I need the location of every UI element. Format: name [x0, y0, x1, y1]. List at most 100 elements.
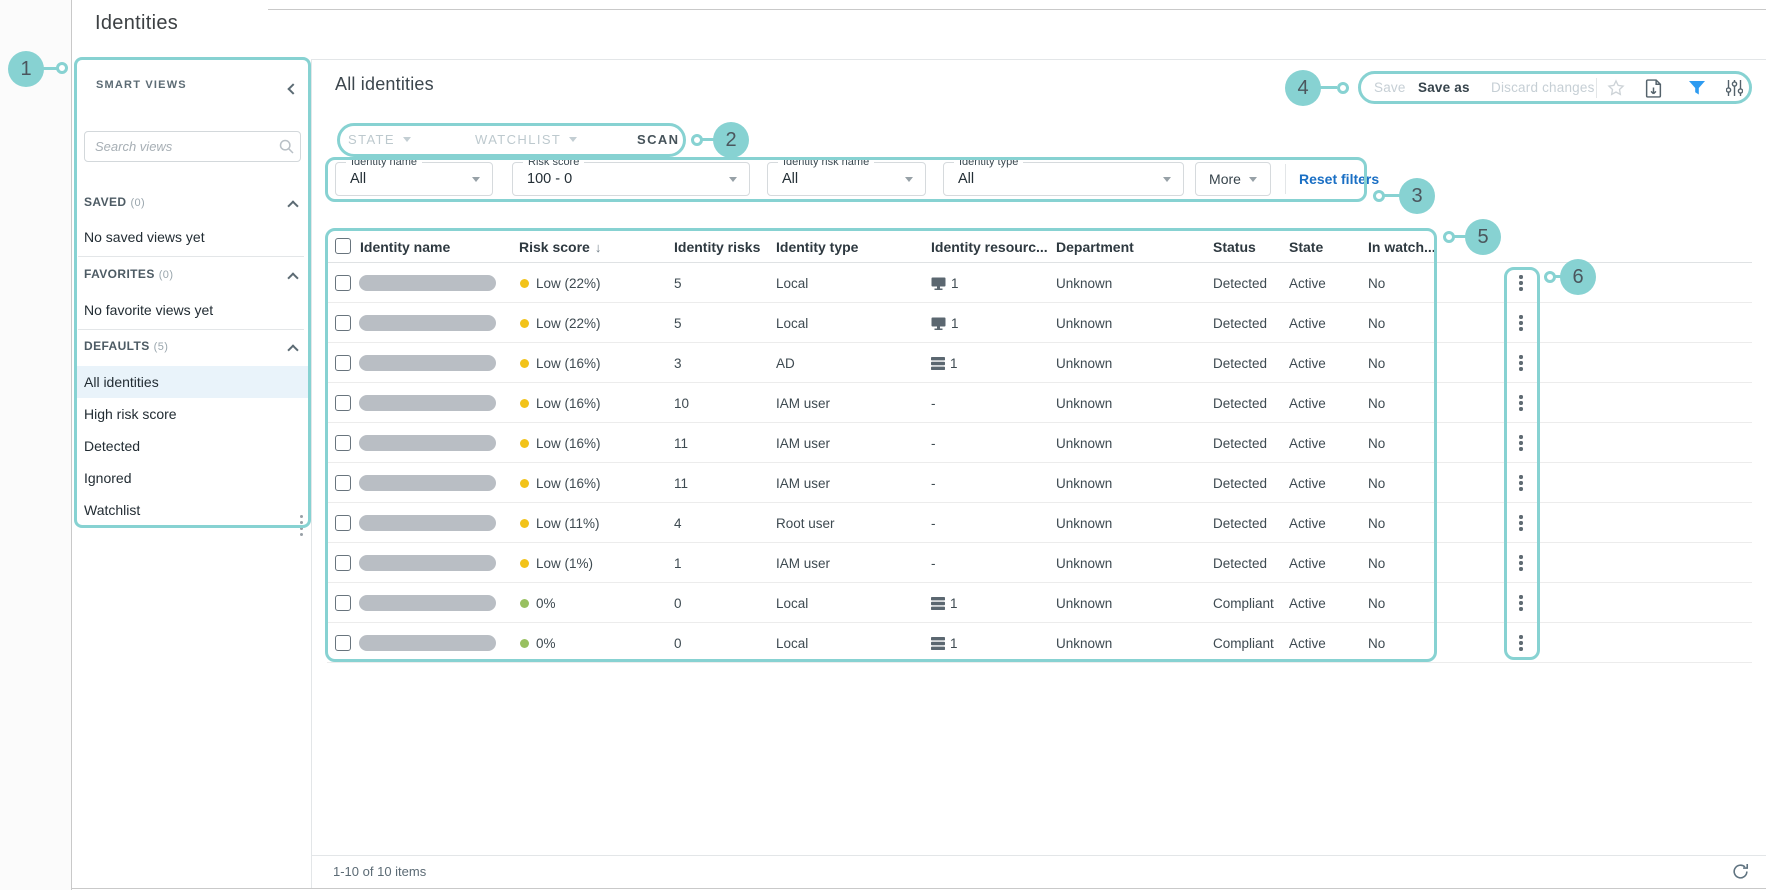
callout-4-dot	[1337, 82, 1349, 94]
chevron-down-icon	[472, 177, 480, 182]
sidebar-item-ignored[interactable]: Ignored	[77, 462, 309, 494]
row-checkbox[interactable]	[335, 635, 351, 651]
menu-state[interactable]: STATE	[348, 132, 411, 147]
identity-name-redacted	[359, 595, 496, 611]
col-identity-resources[interactable]: Identity resourc...	[931, 231, 1048, 263]
row-actions-menu[interactable]	[1513, 263, 1529, 303]
risk-score-cell: 0%	[520, 583, 556, 623]
col-identity-risks[interactable]: Identity risks	[674, 231, 760, 263]
row-actions-menu[interactable]	[1513, 543, 1529, 583]
favorite-star-icon[interactable]	[1606, 78, 1626, 98]
watchlist-cell: No	[1368, 503, 1385, 543]
menu-scan[interactable]: SCAN	[637, 132, 679, 147]
table-row[interactable]: Low (16%) 3 AD 1 Unknown Detected Active…	[327, 343, 1752, 383]
row-checkbox[interactable]	[335, 595, 351, 611]
screenshot-root: Identities SMART VIEWS SAVED(0) No saved…	[0, 0, 1766, 890]
table-row[interactable]: 0% 0 Local 1 Unknown Compliant Active No	[327, 623, 1752, 663]
row-checkbox[interactable]	[335, 435, 351, 451]
filter-icon[interactable]	[1688, 80, 1706, 96]
row-actions-menu[interactable]	[1513, 463, 1529, 503]
row-checkbox[interactable]	[335, 275, 351, 291]
filter-identity-type[interactable]: Identity type All	[943, 162, 1184, 196]
state-cell: Active	[1289, 463, 1326, 503]
sidebar-collapse-icon[interactable]	[289, 80, 297, 98]
chevron-up-icon[interactable]	[289, 197, 297, 215]
app-left-border	[71, 0, 72, 890]
sidebar-item-detected[interactable]: Detected	[77, 430, 309, 462]
column-settings-icon[interactable]	[1726, 79, 1743, 97]
filters-separator	[1285, 164, 1286, 194]
row-checkbox[interactable]	[335, 475, 351, 491]
sidebar-item-watchlist[interactable]: Watchlist	[77, 494, 309, 526]
table-row[interactable]: Low (22%) 5 Local 1 Unknown Detected Act…	[327, 263, 1752, 303]
server-icon	[931, 597, 945, 610]
department-cell: Unknown	[1056, 263, 1112, 303]
status-cell: Detected	[1213, 383, 1267, 423]
row-actions-menu[interactable]	[1513, 583, 1529, 623]
identity-name-redacted	[359, 515, 496, 531]
row-actions-menu[interactable]	[1513, 303, 1529, 343]
more-filters-button[interactable]: More	[1195, 162, 1271, 196]
table-row[interactable]: Low (1%) 1 IAM user - Unknown Detected A…	[327, 543, 1752, 583]
col-risk-score[interactable]: Risk score ↓	[519, 231, 601, 263]
department-cell: Unknown	[1056, 583, 1112, 623]
col-state[interactable]: State	[1289, 231, 1323, 263]
filter-identity-risk-name[interactable]: Identity risk name All	[767, 162, 926, 196]
risk-score-cell: Low (1%)	[520, 543, 593, 583]
save-button[interactable]: Save	[1374, 80, 1406, 95]
refresh-icon[interactable]	[1731, 862, 1750, 881]
section-saved[interactable]: SAVED(0)	[84, 195, 145, 209]
risk-dot	[520, 399, 529, 408]
discard-changes-button[interactable]: Discard changes	[1491, 80, 1595, 95]
row-checkbox[interactable]	[335, 355, 351, 371]
risk-score-cell: Low (16%)	[520, 383, 601, 423]
col-in-watchlist[interactable]: In watch...	[1368, 231, 1436, 263]
identity-resources-cell: 1	[931, 583, 958, 623]
identity-resources-cell: 1	[931, 343, 958, 383]
row-actions-menu[interactable]	[1513, 623, 1529, 663]
sidebar-divider-line	[78, 329, 304, 330]
row-checkbox[interactable]	[335, 555, 351, 571]
chevron-up-icon[interactable]	[289, 341, 297, 359]
state-cell: Active	[1289, 543, 1326, 583]
save-as-button[interactable]: Save as	[1418, 80, 1470, 95]
col-identity-type[interactable]: Identity type	[776, 231, 858, 263]
export-icon[interactable]	[1645, 79, 1662, 98]
row-actions-menu[interactable]	[1513, 383, 1529, 423]
section-favorites[interactable]: FAVORITES(0)	[84, 267, 173, 281]
select-all-checkbox[interactable]	[335, 238, 351, 254]
watchlist-cell: No	[1368, 463, 1385, 503]
menu-watchlist[interactable]: WATCHLIST	[475, 132, 577, 147]
callout-1-dot	[56, 62, 68, 74]
row-actions-menu[interactable]	[1513, 503, 1529, 543]
row-checkbox[interactable]	[335, 315, 351, 331]
table-row[interactable]: Low (11%) 4 Root user - Unknown Detected…	[327, 503, 1752, 543]
row-checkbox[interactable]	[335, 515, 351, 531]
reset-filters-link[interactable]: Reset filters	[1299, 171, 1379, 187]
search-views-box[interactable]	[84, 131, 301, 162]
search-views-input[interactable]	[85, 139, 279, 154]
section-defaults[interactable]: DEFAULTS(5)	[84, 339, 168, 353]
filter-identity-name[interactable]: Identity name All	[335, 162, 493, 196]
row-actions-menu[interactable]	[1513, 423, 1529, 463]
sort-desc-icon: ↓	[595, 240, 602, 255]
row-actions-menu[interactable]	[1513, 343, 1529, 383]
chevron-down-icon	[1163, 177, 1171, 182]
table-row[interactable]: Low (22%) 5 Local 1 Unknown Detected Act…	[327, 303, 1752, 343]
sidebar-item-high-risk-score[interactable]: High risk score	[77, 398, 309, 430]
sidebar-item-all-identities[interactable]: All identities	[77, 366, 309, 398]
table-row[interactable]: Low (16%) 11 IAM user - Unknown Detected…	[327, 423, 1752, 463]
col-status[interactable]: Status	[1213, 231, 1256, 263]
sidebar-resize-handle[interactable]	[300, 515, 303, 536]
identity-resources-cell: 1	[931, 303, 959, 343]
col-department[interactable]: Department	[1056, 231, 1134, 263]
risk-dot	[520, 519, 529, 528]
table-row[interactable]: Low (16%) 10 IAM user - Unknown Detected…	[327, 383, 1752, 423]
risk-score-cell: Low (16%)	[520, 463, 601, 503]
table-row[interactable]: 0% 0 Local 1 Unknown Compliant Active No	[327, 583, 1752, 623]
table-row[interactable]: Low (16%) 11 IAM user - Unknown Detected…	[327, 463, 1752, 503]
col-identity-name[interactable]: Identity name	[360, 231, 450, 263]
chevron-up-icon[interactable]	[289, 269, 297, 287]
row-checkbox[interactable]	[335, 395, 351, 411]
filter-risk-score[interactable]: Risk score 100 - 0	[512, 162, 750, 196]
